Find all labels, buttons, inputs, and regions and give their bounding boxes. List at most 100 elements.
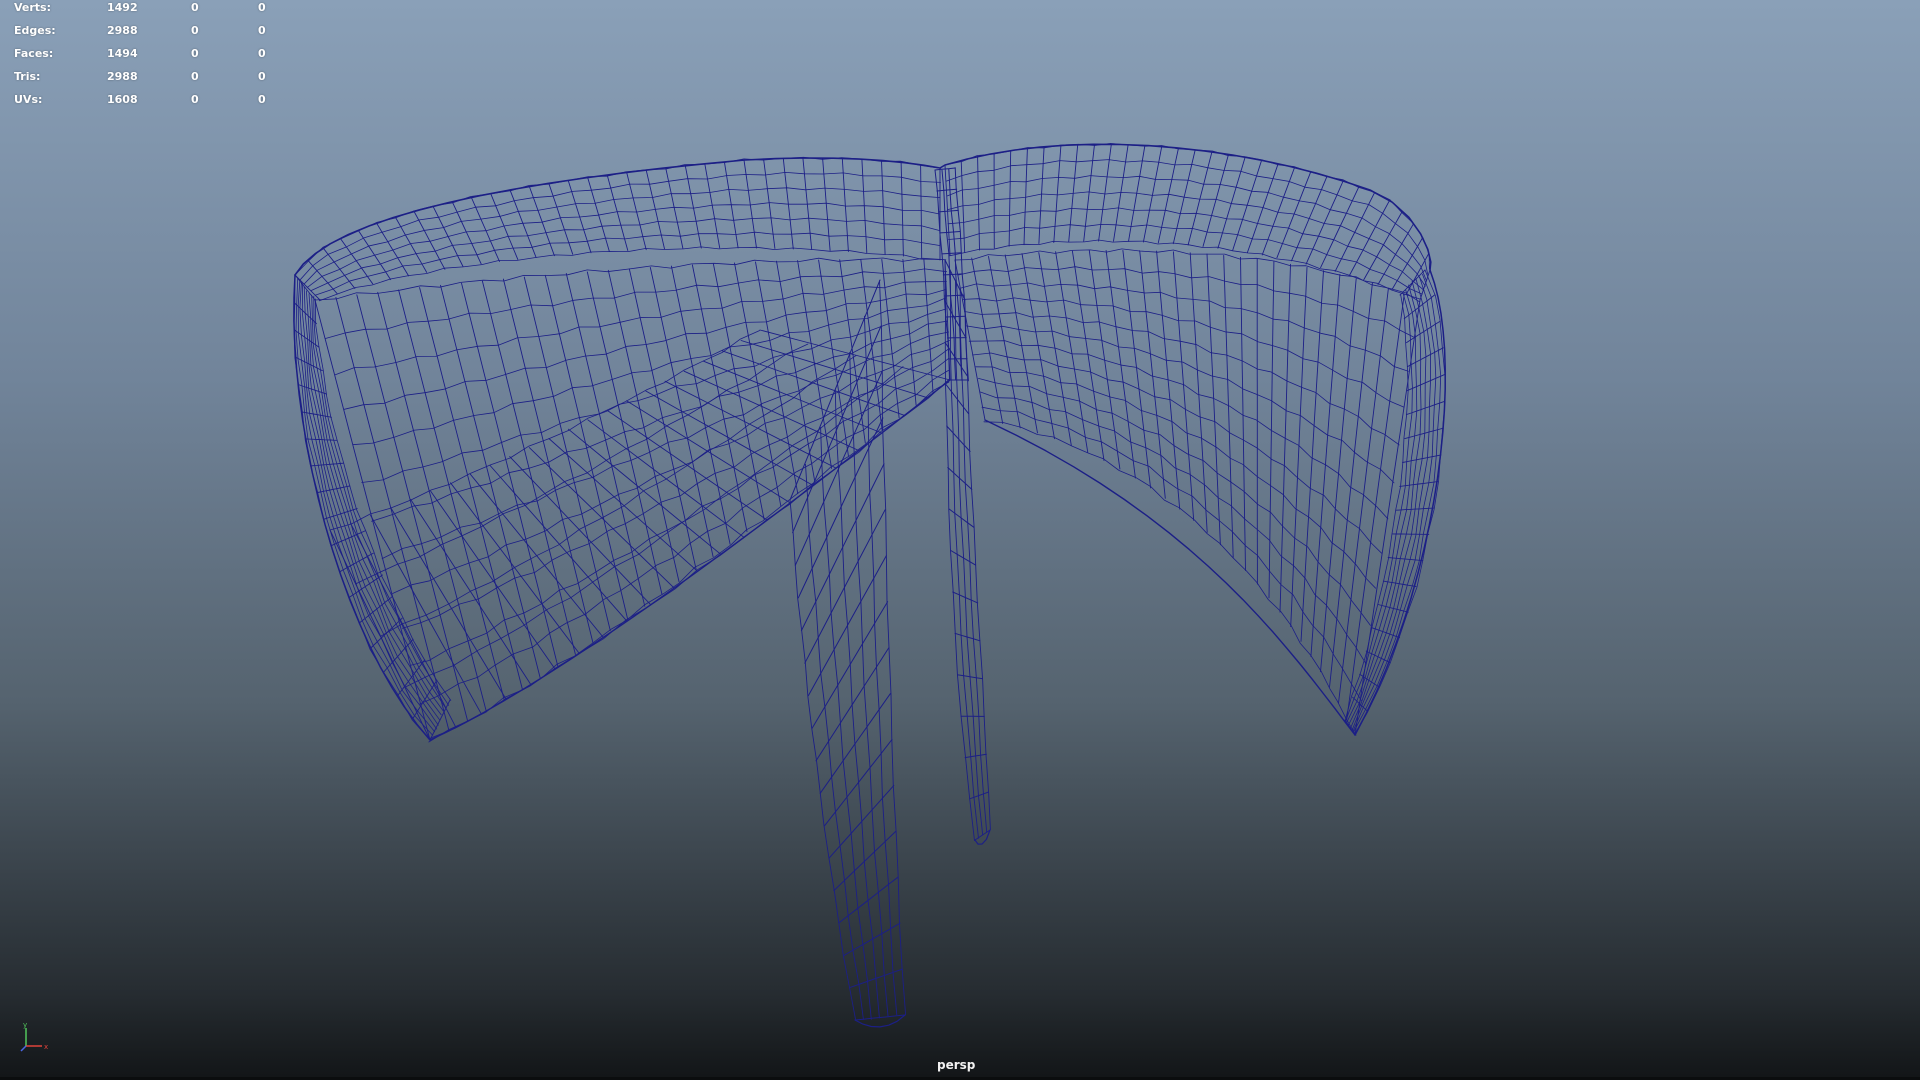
front-leg-tip: [854, 1014, 906, 1028]
right-lobe-body-edge: [1004, 254, 1038, 434]
left-lobe-top-edge: [822, 157, 831, 251]
right-lobe-body-edge: [1320, 278, 1357, 673]
left-lobe-fold-edge: [587, 419, 745, 538]
right-lobe-body-ring: [960, 282, 1409, 372]
right-lobe-body-edge: [1055, 251, 1089, 454]
right-lobe-body-edge: [1206, 253, 1221, 546]
left-lobe-body-edge: [628, 268, 697, 570]
right-lobe-body-edge: [1088, 250, 1121, 470]
left-lobe-body-edge: [502, 278, 594, 644]
right-lobe-wall-edge: [1371, 627, 1401, 639]
left-lobe-top-edge: [376, 222, 410, 277]
left-lobe-body-edge: [565, 273, 646, 607]
left-lobe-body-edge: [797, 260, 833, 469]
axis-z-line: [20, 1045, 27, 1052]
left-lobe-body-edge: [691, 264, 748, 533]
right-lobe-top-edge: [1276, 171, 1312, 259]
front-leg-edge: [789, 279, 881, 501]
left-lobe-wall-edge: [305, 438, 338, 441]
silhouette-left-bottom: [429, 379, 951, 741]
left-lobe-body-ring: [343, 289, 947, 410]
front-leg-edge: [819, 693, 891, 794]
right-lobe-body-ring: [972, 352, 1382, 554]
left-lobe-wall-ring: [314, 298, 452, 701]
left-lobe-top-edge: [645, 169, 665, 250]
left-lobe-fold-edge: [567, 428, 722, 555]
left-lobe-body-edge: [923, 259, 934, 394]
left-lobe-fold-edge: [329, 529, 431, 741]
right-lobe-body-edge: [1279, 263, 1291, 613]
view-axis-indicator: y x: [20, 1021, 48, 1052]
right-lobe-body-edge: [988, 255, 1021, 429]
right-lobe-body-edge: [954, 259, 986, 421]
left-lobe-body-edge: [586, 271, 663, 595]
center-seam-edge: [944, 294, 965, 297]
right-lobe-body-edge: [1038, 252, 1072, 446]
left-lobe-top-edge: [920, 164, 923, 259]
axis-y-label: y: [23, 1021, 27, 1029]
left-lobe-body-ring: [334, 281, 947, 376]
left-lobe-body-edge: [734, 262, 782, 507]
right-lobe-body-edge: [1071, 250, 1105, 461]
left-lobe-body-edge: [356, 294, 469, 722]
right-lobe-top-edge: [1348, 200, 1390, 276]
silhouette-right-bottom: [984, 419, 1356, 736]
left-lobe-body-edge: [776, 260, 816, 482]
left-lobe-body-edge: [860, 259, 883, 431]
right-lobe-top-edge: [1038, 146, 1045, 244]
right-lobe-body-edge: [1189, 252, 1208, 533]
left-lobe-body-edge: [523, 276, 611, 632]
right-lobe-top-edge: [1305, 180, 1344, 265]
left-lobe-body-edge: [881, 258, 900, 419]
left-lobe-body-edge: [335, 296, 450, 732]
front-leg-ring: [820, 426, 872, 1020]
right-lobe-top-ring: [946, 159, 1429, 275]
left-lobe-wall-edge: [294, 274, 316, 301]
left-lobe-fold-ring: [355, 343, 809, 585]
right-lobe-body-edge: [1122, 249, 1152, 489]
right-lobe-wall-edge: [1406, 374, 1445, 392]
right-lobe-top-edge: [1083, 143, 1095, 242]
left-lobe-top-ring: [294, 156, 942, 276]
front-leg-ring: [879, 280, 907, 1016]
left-lobe-fold-edge: [548, 438, 699, 572]
left-lobe-body-edge: [377, 291, 487, 712]
left-lobe-fold-edge: [509, 456, 652, 606]
left-lobe-top-edge: [451, 201, 482, 265]
right-lobe-body-ring: [962, 297, 1405, 408]
right-lobe-top-edge: [1053, 145, 1062, 243]
right-lobe-top-edge: [1320, 185, 1360, 269]
right-lobe-body-edge: [1329, 282, 1373, 688]
right-lobe-body-edge: [1105, 249, 1136, 479]
axis-x-label: x: [44, 1043, 48, 1051]
center-seam-edge: [939, 231, 961, 234]
left-lobe-fold-edge: [410, 499, 532, 685]
right-lobe-top-edge: [1128, 145, 1146, 242]
right-lobe-top-edge: [1377, 223, 1414, 285]
wireframe-mesh[interactable]: [0, 0, 1920, 1080]
right-lobe-top-edge: [1334, 192, 1376, 272]
camera-name-label: persp: [937, 1058, 976, 1072]
front-leg-ring: [834, 389, 880, 1019]
right-lobe-top-ring: [947, 207, 1425, 291]
right-lobe-body-edge: [1172, 251, 1195, 521]
right-lobe-body-edge: [1223, 255, 1234, 558]
left-lobe-top-edge: [307, 259, 338, 295]
left-lobe-wall-ring: [311, 294, 447, 710]
left-lobe-top-edge: [841, 158, 849, 252]
left-lobe-top-ring: [310, 217, 940, 291]
right-lobe-wall-edge: [1391, 533, 1430, 535]
right-lobe-top-edge: [977, 156, 980, 251]
left-lobe-wall-ring: [293, 274, 430, 740]
left-lobe-top-edge: [900, 161, 904, 257]
right-lobe-body-ring: [978, 378, 1371, 626]
right-lobe-top-edge: [1291, 175, 1328, 262]
left-lobe-fold-edge: [606, 409, 768, 521]
right-lobe-top-ring: [944, 143, 1430, 270]
left-lobe-wall-ring: [301, 283, 439, 726]
right-lobe-body-edge: [1290, 266, 1308, 628]
right-lobe-wall-edge: [1406, 320, 1441, 344]
right-lobe-top-edge: [1391, 237, 1423, 290]
left-lobe-wall-ring: [313, 295, 450, 706]
right-lobe-top-edge: [1363, 210, 1403, 281]
